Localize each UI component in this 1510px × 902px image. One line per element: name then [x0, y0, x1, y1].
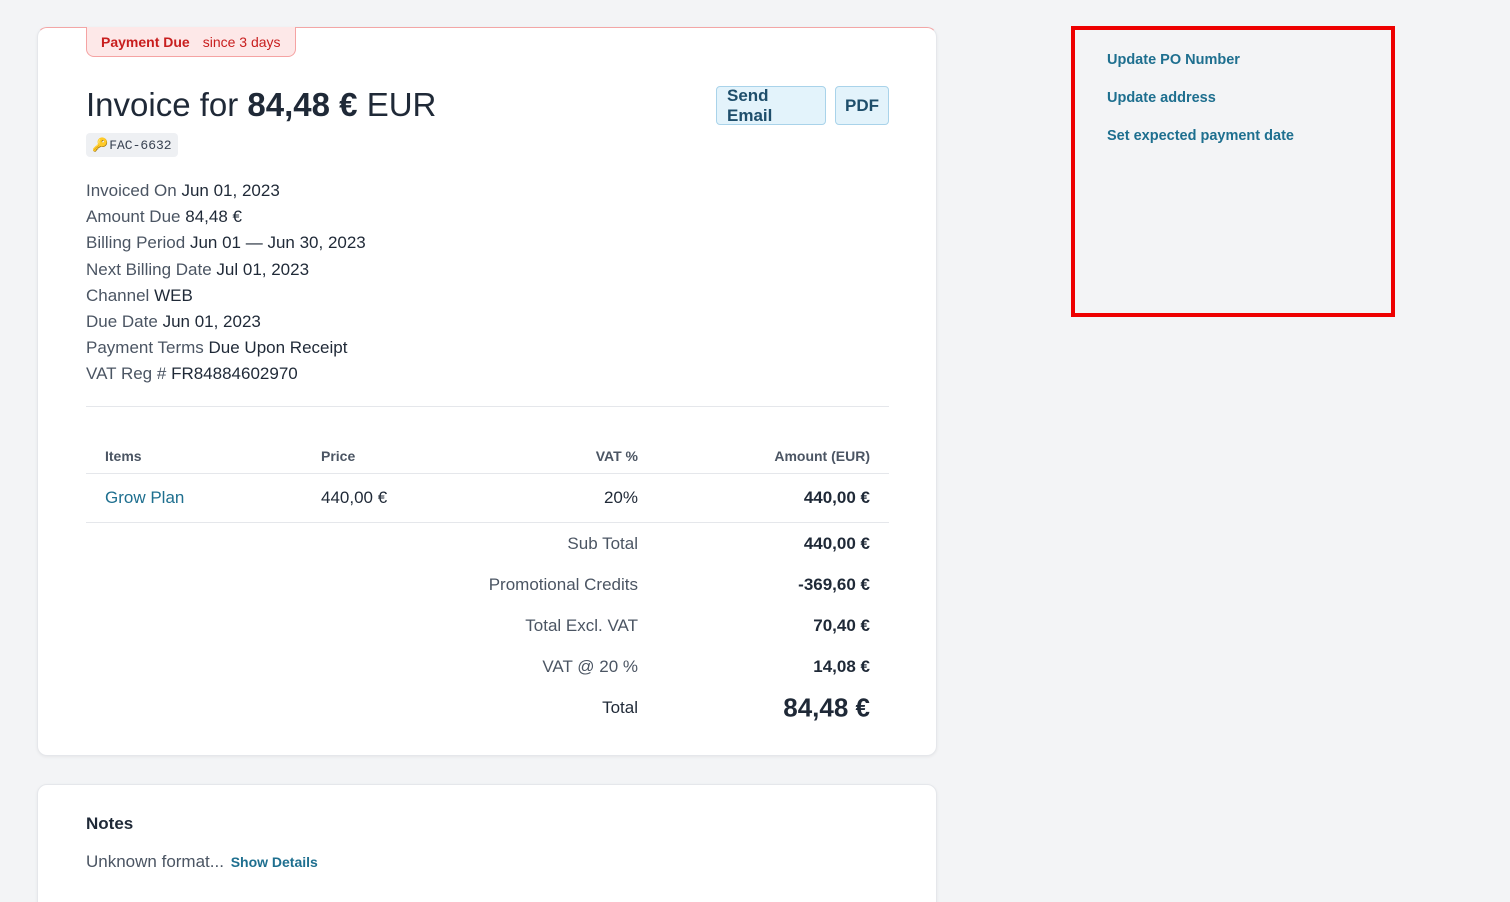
meta-value: Jun 01, 2023 — [181, 181, 280, 200]
invoice-card: Payment Due since 3 days Invoice for 84,… — [37, 27, 937, 756]
summary-row: Sub Total 440,00 € — [86, 523, 889, 564]
meta-label: Channel — [86, 285, 150, 305]
item-name-link[interactable]: Grow Plan — [105, 488, 184, 508]
meta-value: WEB — [154, 285, 193, 305]
notes-text: Unknown format... — [86, 852, 224, 871]
table-row: Grow Plan 440,00 € 20% 440,00 € — [86, 474, 889, 523]
header-amount: Amount (EUR) — [774, 447, 870, 464]
payment-due-badge: Payment Due since 3 days — [86, 27, 296, 57]
header-items: Items — [105, 447, 142, 464]
divider — [86, 406, 889, 407]
invoice-title: Invoice for 84,48 € EUR — [86, 86, 436, 124]
header-price: Price — [321, 447, 356, 464]
meta-label: Next Billing Date — [86, 259, 212, 279]
title-prefix: Invoice for — [86, 86, 239, 123]
notes-title: Notes — [86, 814, 134, 833]
pdf-button[interactable]: PDF — [835, 86, 889, 125]
status-since: since 3 days — [202, 33, 281, 50]
summary-row: VAT @ 20 % 14,08 € — [86, 646, 889, 687]
line-items-table: Items Price VAT % Amount (EUR) Grow Plan… — [86, 438, 889, 728]
summary-row: Total Excl. VAT 70,40 € — [86, 605, 889, 646]
table-header: Items Price VAT % Amount (EUR) — [86, 438, 889, 474]
meta-label: Invoiced On — [86, 181, 177, 200]
item-amount: 440,00 € — [803, 488, 870, 507]
status-label: Payment Due — [101, 33, 190, 50]
notes-card: Notes Unknown format... Show Details — [37, 784, 937, 902]
meta-value: 84,48 € — [185, 207, 242, 227]
summary-label: Total Excl. VAT — [525, 615, 638, 635]
summary-value: 14,08 € — [813, 656, 870, 676]
item-price: 440,00 € — [321, 488, 388, 507]
show-details-link[interactable]: Show Details — [231, 854, 318, 870]
item-vat: 20% — [603, 488, 638, 507]
summary-row: Promotional Credits -369,60 € — [86, 564, 889, 605]
meta-value: FR84884602970 — [171, 364, 298, 384]
summary-value: 70,40 € — [813, 615, 870, 635]
total-label: Total — [602, 697, 638, 717]
update-address-link[interactable]: Update address — [1107, 90, 1216, 106]
invoice-reference: 🔑 FAC-6632 — [86, 133, 178, 157]
meta-label: Payment Terms — [86, 338, 204, 358]
total-row: Total 84,48 € — [86, 687, 889, 728]
summary-value: -369,60 € — [798, 574, 870, 594]
meta-label: Amount Due — [86, 207, 181, 227]
summary-label: VAT @ 20 % — [542, 656, 638, 676]
meta-value: Due Upon Receipt — [208, 338, 348, 358]
meta-label: VAT Reg # — [86, 364, 167, 384]
summary-label: Promotional Credits — [488, 574, 638, 594]
actions-panel: Update PO Number Update address Set expe… — [1071, 26, 1395, 317]
notes-body: Unknown format... Show Details — [86, 852, 318, 872]
meta-row: Amount Due 84,48 € — [86, 204, 366, 230]
title-currency: EUR — [366, 86, 437, 123]
title-amount: 84,48 € — [247, 86, 358, 123]
meta-row: VAT Reg # FR84884602970 — [86, 361, 366, 387]
meta-value: Jun 01 — Jun 30, 2023 — [189, 233, 366, 253]
meta-label: Due Date — [86, 312, 158, 332]
meta-value: Jun 01, 2023 — [162, 312, 261, 332]
invoice-details: Invoiced On Jun 01, 2023 Amount Due 84,4… — [86, 178, 366, 388]
total-value: 84,48 € — [783, 692, 870, 722]
meta-value: Jul 01, 2023 — [216, 259, 310, 279]
meta-row: Due Date Jun 01, 2023 — [86, 309, 366, 335]
send-email-button[interactable]: Send Email — [716, 86, 826, 125]
reference-number: FAC-6632 — [109, 137, 172, 153]
set-expected-payment-date-link[interactable]: Set expected payment date — [1107, 128, 1294, 144]
meta-row: Billing Period Jun 01 — Jun 30, 2023 — [86, 230, 366, 256]
header-vat: VAT % — [595, 447, 638, 464]
key-icon: 🔑 — [92, 137, 109, 153]
meta-row: Next Billing Date Jul 01, 2023 — [86, 257, 366, 283]
summary-value: 440,00 € — [803, 533, 870, 553]
meta-row: Payment Terms Due Upon Receipt — [86, 335, 366, 361]
meta-row: Invoiced On Jun 01, 2023 — [86, 178, 366, 204]
update-po-number-link[interactable]: Update PO Number — [1107, 52, 1240, 68]
meta-label: Billing Period — [86, 233, 186, 253]
meta-row: Channel WEB — [86, 283, 366, 309]
summary-label: Sub Total — [567, 533, 638, 553]
